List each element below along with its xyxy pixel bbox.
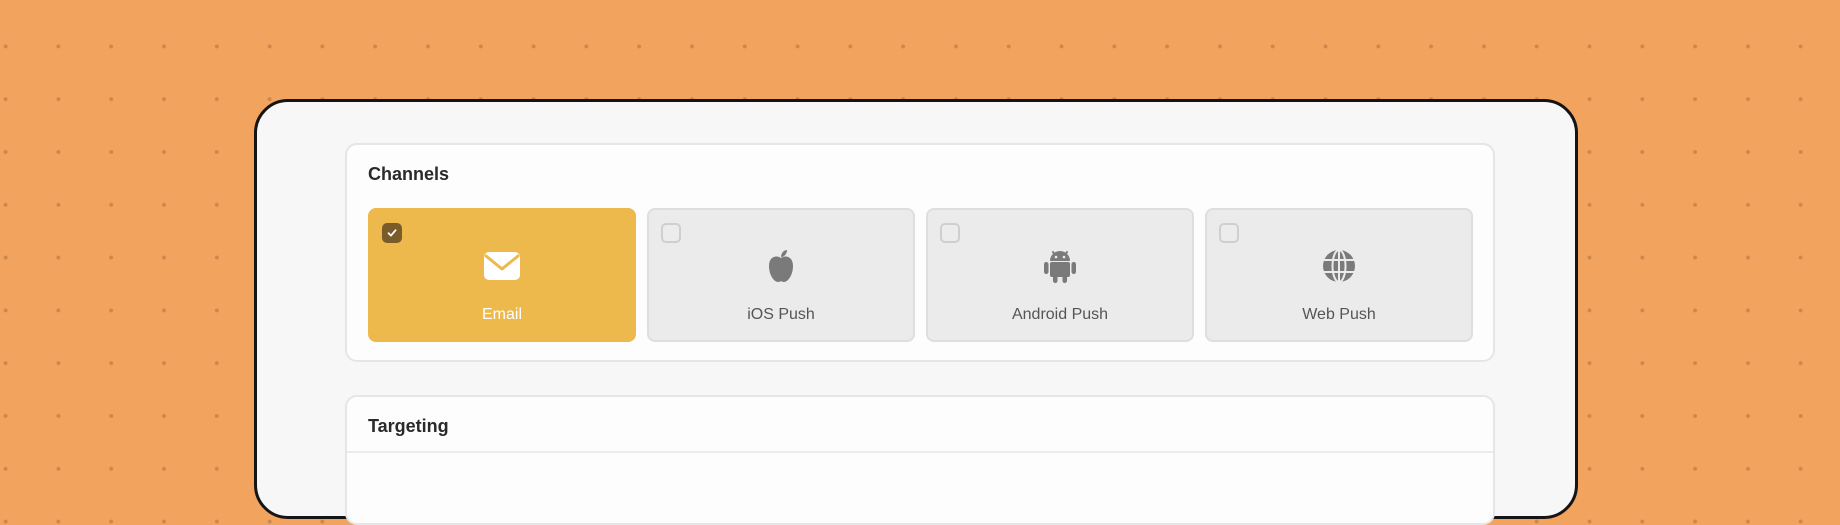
app-window: Channels Email iOS Push Android Push Web… — [254, 99, 1578, 525]
channel-web-push-checkbox[interactable] — [1219, 223, 1239, 243]
channel-email-checkbox[interactable] — [382, 223, 402, 243]
channels-card: Channels Email iOS Push Android Push Web… — [345, 143, 1495, 362]
channel-web-push-label: Web Push — [1302, 306, 1376, 323]
divider — [347, 451, 1493, 453]
channel-ios-push-label: iOS Push — [747, 306, 815, 323]
targeting-card: Targeting — [345, 395, 1495, 525]
mail-icon — [484, 252, 520, 280]
channel-android-push-checkbox[interactable] — [940, 223, 960, 243]
channel-ios-push[interactable]: iOS Push — [647, 208, 915, 342]
check-icon — [387, 229, 397, 237]
android-icon — [1044, 251, 1076, 283]
targeting-title: Targeting — [368, 416, 449, 436]
channels-title: Channels — [368, 164, 450, 184]
channel-android-push[interactable]: Android Push — [926, 208, 1194, 342]
apple-icon — [769, 250, 793, 282]
channel-android-push-label: Android Push — [1011, 306, 1109, 323]
channel-email[interactable]: Email — [368, 208, 636, 342]
channel-email-label: Email — [481, 306, 522, 323]
globe-icon — [1323, 249, 1355, 283]
channel-web-push[interactable]: Web Push — [1205, 208, 1473, 342]
channel-ios-push-checkbox[interactable] — [661, 223, 681, 243]
